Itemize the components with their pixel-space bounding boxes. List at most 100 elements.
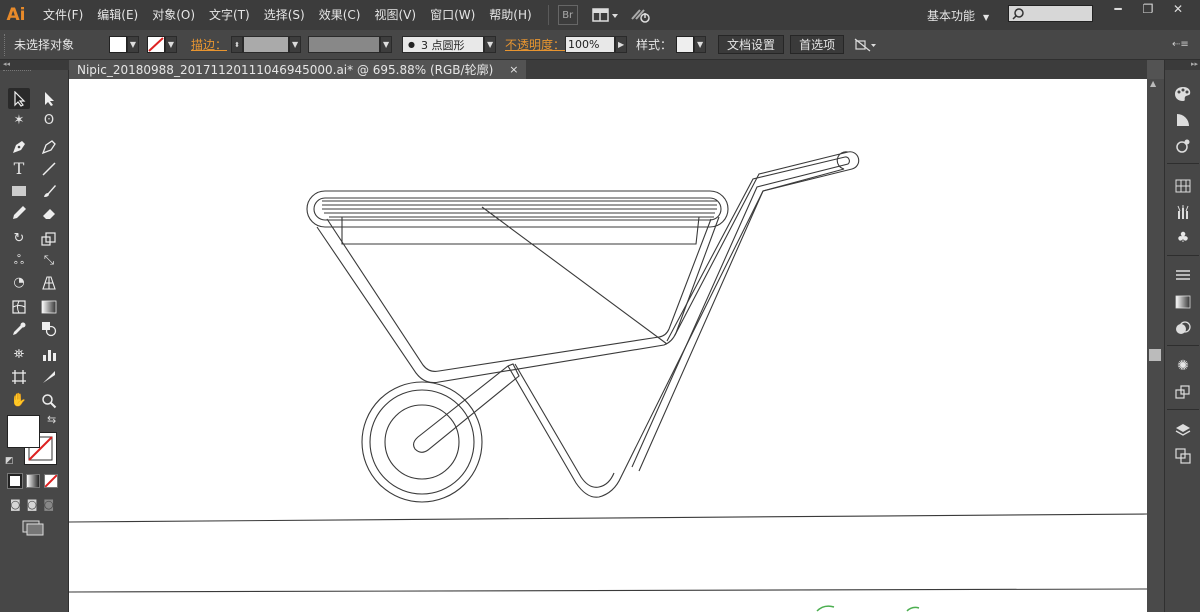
gradient-tool[interactable]	[38, 296, 60, 317]
vertical-scrollbar[interactable]: ▲	[1147, 79, 1164, 612]
zoom-tool[interactable]	[38, 390, 60, 411]
graphic-style-dropdown[interactable]: ▼	[694, 36, 707, 53]
bridge-button[interactable]: Br	[557, 5, 578, 25]
menu-help[interactable]: 帮助(H)	[482, 0, 538, 30]
graphic-style-swatch[interactable]	[676, 36, 695, 53]
draw-normal-icon[interactable]: ◙	[10, 498, 21, 511]
workspace-switcher[interactable]: 基本功能 ▼	[927, 7, 989, 24]
perspective-grid-tool[interactable]	[38, 272, 60, 293]
draw-inside-icon[interactable]: ◙	[43, 498, 54, 511]
transparency-button[interactable]	[1173, 318, 1193, 338]
fill-dropdown[interactable]: ▼	[127, 36, 139, 53]
help-search-input[interactable]	[1008, 5, 1093, 22]
scroll-thumb[interactable]	[1149, 349, 1161, 361]
preferences-button[interactable]: 首选项	[790, 35, 845, 54]
none-mode-button[interactable]	[44, 474, 58, 488]
selection-tool[interactable]	[8, 88, 30, 109]
gradient-panel-button[interactable]	[1173, 292, 1193, 312]
stroke-swatch[interactable]	[147, 36, 165, 53]
paintbrush-tool[interactable]	[38, 180, 60, 201]
close-tab-icon[interactable]: ×	[509, 63, 518, 76]
default-colors-icon[interactable]: ◩	[5, 456, 14, 466]
symbol-sprayer-tool[interactable]: ⛯	[8, 344, 30, 365]
eraser-tool[interactable]	[38, 202, 60, 223]
opacity-field[interactable]: 100%	[565, 36, 616, 53]
variable-width-field[interactable]	[308, 36, 381, 53]
line-tool[interactable]	[38, 158, 60, 179]
magic-wand-tool[interactable]: ✶	[8, 110, 30, 131]
stroke-label[interactable]: 描边：	[191, 36, 227, 53]
brushes-button[interactable]	[1173, 202, 1193, 222]
lasso-tool[interactable]: ʘ	[38, 110, 60, 131]
tools-panel-header[interactable]: ◂◂	[0, 60, 69, 70]
scale-tool[interactable]	[38, 228, 60, 249]
menu-file[interactable]: 文件(F)	[36, 0, 90, 30]
screen-mode-button[interactable]	[22, 520, 44, 539]
document-setup-button[interactable]: 文档设置	[718, 35, 785, 54]
draw-behind-icon[interactable]: ◙	[27, 498, 38, 511]
document-tab[interactable]: Nipic_20180988_20171120111046945000.ai* …	[69, 60, 527, 79]
shape-builder-tool[interactable]: ◔	[8, 272, 30, 293]
restore-button[interactable]: ❐	[1133, 0, 1163, 18]
arrange-documents-button[interactable]	[591, 5, 620, 25]
brushes-icon	[1177, 205, 1189, 219]
menu-view[interactable]: 视图(V)	[367, 0, 423, 30]
opacity-label[interactable]: 不透明度：	[505, 36, 565, 53]
gpu-performance-button[interactable]	[630, 5, 654, 25]
panel-grip[interactable]	[3, 70, 31, 72]
stroke-weight-stepper[interactable]: ⬍	[231, 36, 244, 53]
panel-menu-icon[interactable]: ⇠≡	[1172, 39, 1189, 50]
menu-effect[interactable]: 效果(C)	[312, 0, 368, 30]
pen-tool[interactable]	[8, 136, 30, 157]
artboard-tool[interactable]	[8, 366, 30, 387]
layers-button[interactable]	[1173, 420, 1193, 440]
stroke-dropdown[interactable]: ▼	[165, 36, 177, 53]
appearance-button[interactable]	[1173, 136, 1193, 156]
swatches-button[interactable]	[1173, 176, 1193, 196]
gradient-mode-button[interactable]	[26, 474, 40, 488]
color-guide-button[interactable]	[1173, 110, 1193, 130]
blend-tool[interactable]	[38, 318, 60, 339]
scroll-up-icon[interactable]: ▲	[1150, 79, 1156, 88]
free-transform-tool[interactable]: ⤡	[38, 250, 60, 271]
canvas-artboard[interactable]	[69, 79, 1147, 612]
opacity-dropdown[interactable]: ▶	[615, 36, 628, 53]
color-mode-button[interactable]	[7, 473, 23, 489]
dock-header[interactable]: ▸▸	[1165, 60, 1200, 70]
mesh-tool[interactable]	[8, 296, 30, 317]
fill-color-box[interactable]	[7, 415, 40, 448]
artboards-button[interactable]	[1173, 446, 1193, 466]
color-panel-button[interactable]	[1173, 84, 1193, 104]
column-graph-tool[interactable]	[38, 344, 60, 365]
bar-grip[interactable]	[4, 33, 6, 56]
swap-colors-icon[interactable]: ⇆	[47, 413, 56, 426]
pencil-tool[interactable]	[8, 202, 30, 223]
direct-selection-tool[interactable]	[38, 88, 60, 109]
stroke-weight-dropdown[interactable]: ▼	[289, 36, 302, 53]
fill-swatch[interactable]	[109, 36, 127, 53]
rectangle-tool[interactable]	[8, 180, 30, 201]
close-button[interactable]: ✕	[1163, 0, 1193, 18]
menu-object[interactable]: 对象(O)	[145, 0, 202, 30]
stroke-weight-field[interactable]	[243, 36, 290, 53]
eyedropper-tool[interactable]	[8, 318, 30, 339]
graphic-styles-button[interactable]: ✺	[1173, 356, 1193, 376]
hand-tool[interactable]: ✋	[8, 390, 30, 411]
menu-edit[interactable]: 编辑(E)	[90, 0, 145, 30]
transform-button[interactable]	[1173, 382, 1193, 402]
menu-select[interactable]: 选择(S)	[257, 0, 312, 30]
warp-tool[interactable]: ஃ	[8, 250, 30, 271]
brush-definition-field[interactable]: ● 3 点圆形	[402, 36, 485, 53]
type-tool[interactable]: T	[8, 158, 30, 179]
isolate-button[interactable]	[854, 38, 877, 52]
menu-window[interactable]: 窗口(W)	[423, 0, 482, 30]
stroke-panel-button[interactable]	[1173, 266, 1193, 286]
curvature-tool[interactable]	[38, 136, 60, 157]
menu-type[interactable]: 文字(T)	[202, 0, 257, 30]
slice-tool[interactable]	[38, 366, 60, 387]
symbols-button[interactable]: ♣	[1173, 228, 1193, 248]
rotate-tool[interactable]: ↻	[8, 228, 30, 249]
variable-width-dropdown[interactable]: ▼	[380, 36, 393, 53]
brush-dropdown[interactable]: ▼	[484, 36, 497, 53]
minimize-button[interactable]: ━	[1103, 0, 1133, 18]
